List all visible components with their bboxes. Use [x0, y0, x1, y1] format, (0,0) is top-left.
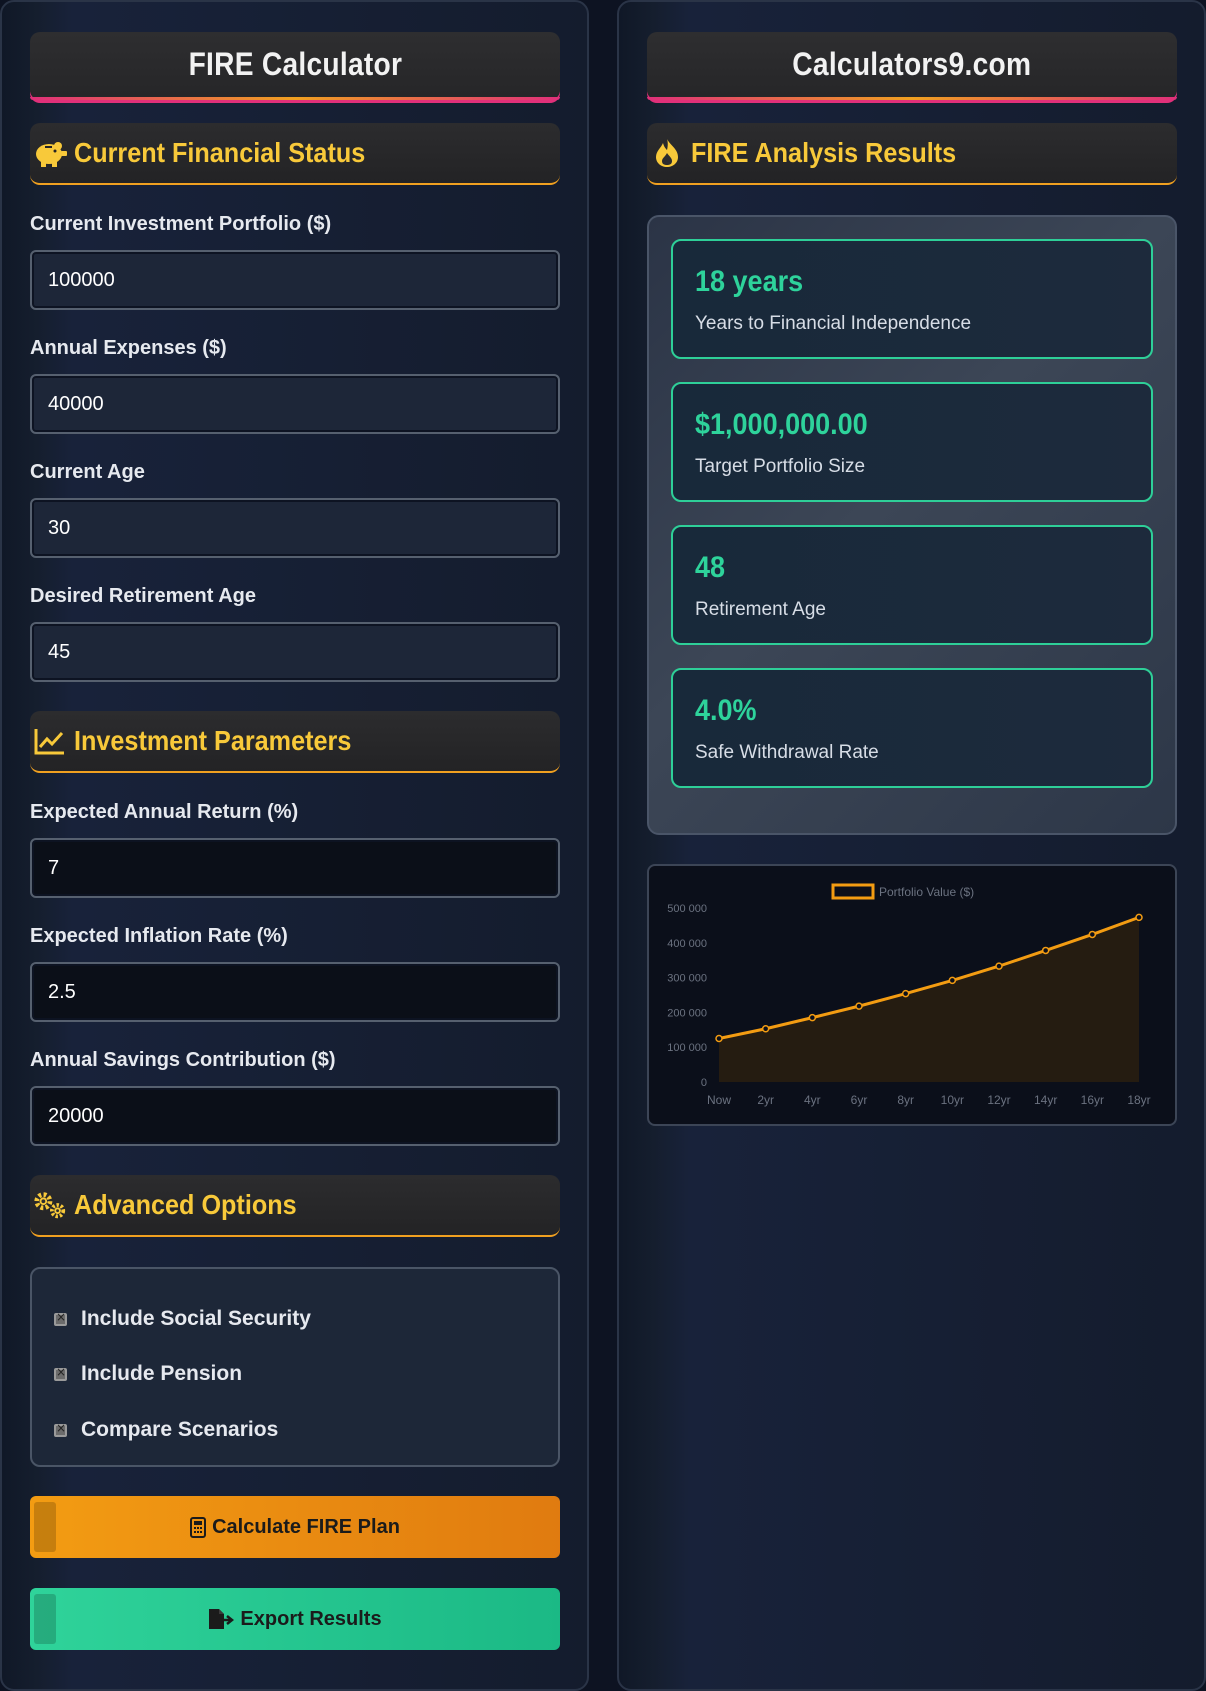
data-point: [715, 1034, 723, 1043]
data-point: [901, 989, 910, 998]
current-age-input[interactable]: [30, 498, 560, 558]
legend-label: Portfolio Value ($): [879, 885, 974, 899]
retirement-age-input[interactable]: [30, 622, 560, 682]
inflation-rate-input[interactable]: [30, 962, 560, 1022]
data-point: [948, 976, 957, 985]
option-label: Include Social Security: [81, 1307, 311, 1330]
data-point: [808, 1013, 817, 1022]
result-value: 18 years: [695, 265, 804, 298]
file-export-icon: [208, 1608, 235, 1630]
data-point: [855, 1002, 863, 1010]
portfolio-label: Current Investment Portfolio ($): [30, 213, 332, 235]
checkbox[interactable]: [54, 1310, 67, 1326]
current-age-label: Current Age: [30, 461, 145, 483]
x-tick-label: 8yr: [897, 1093, 914, 1107]
result-card-years: 18 years Years to Financial Independence: [671, 239, 1153, 359]
portfolio-chart: Portfolio Value ($) 0 100 000 200 000 300 00…: [647, 864, 1177, 1126]
data-point: [761, 1025, 770, 1033]
section-current-status: Current Financial Status: [30, 123, 560, 185]
data-point: [1135, 913, 1143, 922]
section-investment-parameters: Investment Parameters: [30, 711, 560, 773]
section-title: Current Financial Status: [74, 137, 366, 168]
option-compare-scenarios[interactable]: Compare Scenarios: [54, 1418, 278, 1442]
expenses-input[interactable]: [30, 374, 560, 434]
data-point: [995, 962, 1003, 970]
result-card-withdrawal-rate: 4.0% Safe Withdrawal Rate: [671, 668, 1153, 788]
result-card-retirement-age: 48 Retirement Age: [671, 525, 1153, 645]
x-tick-label: 10yr: [941, 1093, 964, 1107]
result-label: Safe Withdrawal Rate: [695, 742, 879, 763]
x-tick-label: 12yr: [987, 1093, 1010, 1107]
site-title-bar: Calculators9.com: [647, 32, 1177, 100]
checkbox[interactable]: [54, 1365, 67, 1381]
results-container: 18 years Years to Financial Independence…: [647, 215, 1177, 835]
option-label: Compare Scenarios: [81, 1418, 279, 1441]
calculate-button-label: Calculate FIRE Plan: [212, 1515, 400, 1538]
x-tick-label: Now: [707, 1093, 731, 1107]
export-button[interactable]: Export Results: [30, 1588, 560, 1650]
result-label: Retirement Age: [695, 599, 826, 620]
results-panel: Calculators9.com FIRE Analysis Results 1…: [617, 0, 1206, 1691]
fire-icon: [649, 135, 685, 171]
result-label: Years to Financial Independence: [695, 313, 972, 334]
option-label: Include Pension: [81, 1362, 243, 1385]
x-tick-label: 6yr: [851, 1093, 868, 1107]
x-tick-label: 16yr: [1081, 1093, 1104, 1107]
checkbox[interactable]: [54, 1421, 67, 1437]
legend-swatch: [831, 883, 875, 900]
expenses-label: Annual Expenses ($): [30, 337, 227, 359]
x-tick-label: 2yr: [757, 1093, 774, 1107]
calculator-title-bar: FIRE Calculator: [30, 32, 560, 100]
calculate-button[interactable]: Calculate FIRE Plan: [30, 1496, 560, 1558]
section-advanced-options: Advanced Options: [30, 1175, 560, 1237]
gears-icon: [32, 1187, 68, 1223]
portfolio-input[interactable]: [30, 250, 560, 310]
advanced-options-box: Include Social Security Include Pension …: [30, 1267, 560, 1467]
x-tick-label: 18yr: [1127, 1093, 1150, 1107]
x-tick-label: 14yr: [1034, 1093, 1057, 1107]
y-tick-label: 300 000: [667, 973, 707, 985]
annual-return-input[interactable]: [30, 838, 560, 898]
result-value: $1,000,000.00: [695, 408, 868, 441]
chart-line-icon: [32, 723, 68, 759]
retirement-age-label: Desired Retirement Age: [30, 585, 256, 607]
annual-return-label: Expected Annual Return (%): [30, 801, 299, 823]
data-point: [1088, 930, 1097, 939]
input-panel: FIRE Calculator Current Financial Status…: [0, 0, 589, 1691]
page-title: FIRE Calculator: [188, 46, 402, 82]
result-card-target: $1,000,000.00 Target Portfolio Size: [671, 382, 1153, 502]
result-value: 48: [695, 551, 726, 584]
export-button-label: Export Results: [240, 1607, 382, 1630]
y-tick-label: 500 000: [667, 903, 707, 915]
option-pension[interactable]: Include Pension: [54, 1362, 242, 1386]
section-analysis-results: FIRE Analysis Results: [647, 123, 1177, 185]
y-tick-label: 400 000: [667, 938, 707, 950]
savings-input[interactable]: [30, 1086, 560, 1146]
y-tick-label: 0: [701, 1077, 707, 1089]
site-title: Calculators9.com: [792, 46, 1032, 82]
result-value: 4.0%: [695, 694, 757, 727]
series-area: [719, 917, 1139, 1082]
section-title: FIRE Analysis Results: [691, 137, 957, 168]
x-tick-label: 4yr: [804, 1093, 821, 1107]
data-point: [1041, 946, 1050, 955]
button-accent: [34, 1502, 56, 1552]
y-tick-label: 200 000: [667, 1007, 707, 1019]
button-accent: [34, 1594, 56, 1644]
piggy-bank-icon: [32, 135, 68, 171]
section-title: Investment Parameters: [74, 725, 352, 756]
savings-label: Annual Savings Contribution ($): [30, 1049, 336, 1071]
inflation-rate-label: Expected Inflation Rate (%): [30, 925, 288, 947]
portfolio-chart-svg: Portfolio Value ($) 0 100 000 200 000 300 00…: [667, 883, 1151, 1107]
result-label: Target Portfolio Size: [695, 456, 866, 477]
section-title: Advanced Options: [74, 1189, 297, 1220]
calculator-icon: [190, 1516, 207, 1538]
y-tick-label: 100 000: [667, 1042, 707, 1054]
option-social-security[interactable]: Include Social Security: [54, 1307, 311, 1331]
